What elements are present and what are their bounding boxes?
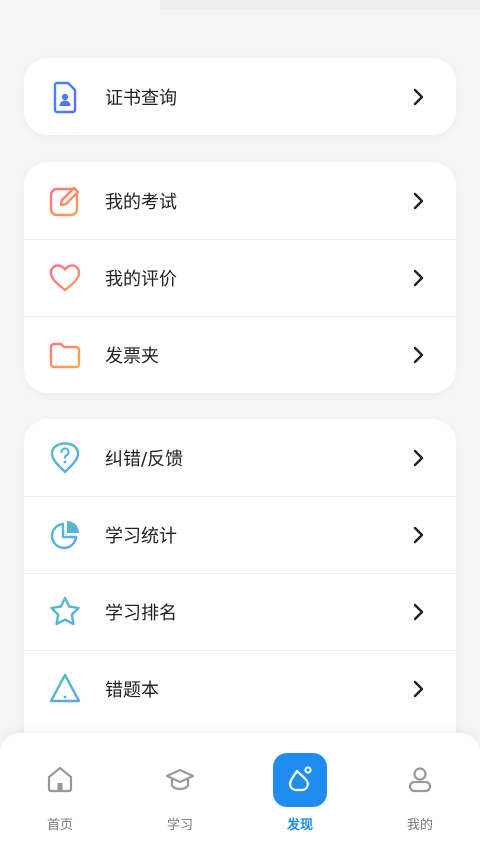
menu-item-label: 纠错/反馈 bbox=[105, 448, 184, 470]
user-icon bbox=[400, 759, 440, 799]
warning-icon bbox=[48, 672, 82, 706]
pie-chart-icon bbox=[48, 518, 82, 552]
menu-item-label: 证书查询 bbox=[105, 87, 177, 109]
menu-item-my-exams[interactable]: 我的考试 bbox=[24, 162, 456, 239]
chevron-right-icon bbox=[408, 268, 428, 288]
menu-item-my-reviews[interactable]: 我的评价 bbox=[24, 239, 456, 316]
tab-home[interactable]: 首页 bbox=[0, 733, 120, 853]
status-strip bbox=[160, 0, 480, 10]
certificate-icon bbox=[48, 80, 82, 114]
chevron-right-icon bbox=[408, 679, 428, 699]
menu-item-label: 发票夹 bbox=[105, 345, 159, 367]
menu-item-certificate-query[interactable]: 证书查询 bbox=[24, 58, 456, 135]
menu-card-certificate: 证书查询 bbox=[24, 58, 456, 135]
bottom-tab-bar: 首页 学习 发现 我的 bbox=[0, 733, 480, 853]
tab-mine[interactable]: 我的 bbox=[360, 733, 480, 853]
menu-item-label: 我的考试 bbox=[105, 191, 177, 213]
menu-item-wrong-questions[interactable]: 错题本 bbox=[24, 650, 456, 727]
chevron-right-icon bbox=[408, 448, 428, 468]
tab-discover[interactable]: 发现 bbox=[240, 733, 360, 853]
tab-label: 首页 bbox=[46, 818, 73, 833]
menu-item-label: 学习排名 bbox=[105, 602, 177, 624]
menu-card-learning: 纠错/反馈 学习统计 学习排名 错题本 bbox=[24, 419, 456, 759]
tab-label: 发现 bbox=[286, 818, 313, 833]
chevron-right-icon bbox=[408, 345, 428, 365]
menu-item-learning-stats[interactable]: 学习统计 bbox=[24, 496, 456, 573]
chevron-right-icon bbox=[408, 525, 428, 545]
heart-icon bbox=[48, 261, 82, 295]
menu-item-label: 学习统计 bbox=[105, 525, 177, 547]
discover-icon bbox=[280, 759, 320, 799]
menu-item-feedback[interactable]: 纠错/反馈 bbox=[24, 419, 456, 496]
chevron-right-icon bbox=[408, 87, 428, 107]
tab-label: 我的 bbox=[406, 818, 433, 833]
home-icon bbox=[40, 759, 80, 799]
chevron-right-icon bbox=[408, 602, 428, 622]
feedback-icon bbox=[48, 441, 82, 475]
menu-card-personal: 我的考试 我的评价 发票夹 bbox=[24, 162, 456, 393]
menu-item-invoice-folder[interactable]: 发票夹 bbox=[24, 316, 456, 393]
tab-study[interactable]: 学习 bbox=[120, 733, 240, 853]
folder-icon bbox=[48, 338, 82, 372]
menu-item-learning-rank[interactable]: 学习排名 bbox=[24, 573, 456, 650]
chevron-right-icon bbox=[408, 191, 428, 211]
graduation-cap-icon bbox=[160, 759, 200, 799]
star-icon bbox=[48, 595, 82, 629]
edit-icon bbox=[48, 184, 82, 218]
menu-item-label: 我的评价 bbox=[105, 268, 177, 290]
tab-label: 学习 bbox=[166, 818, 193, 833]
menu-item-label: 错题本 bbox=[105, 679, 159, 701]
